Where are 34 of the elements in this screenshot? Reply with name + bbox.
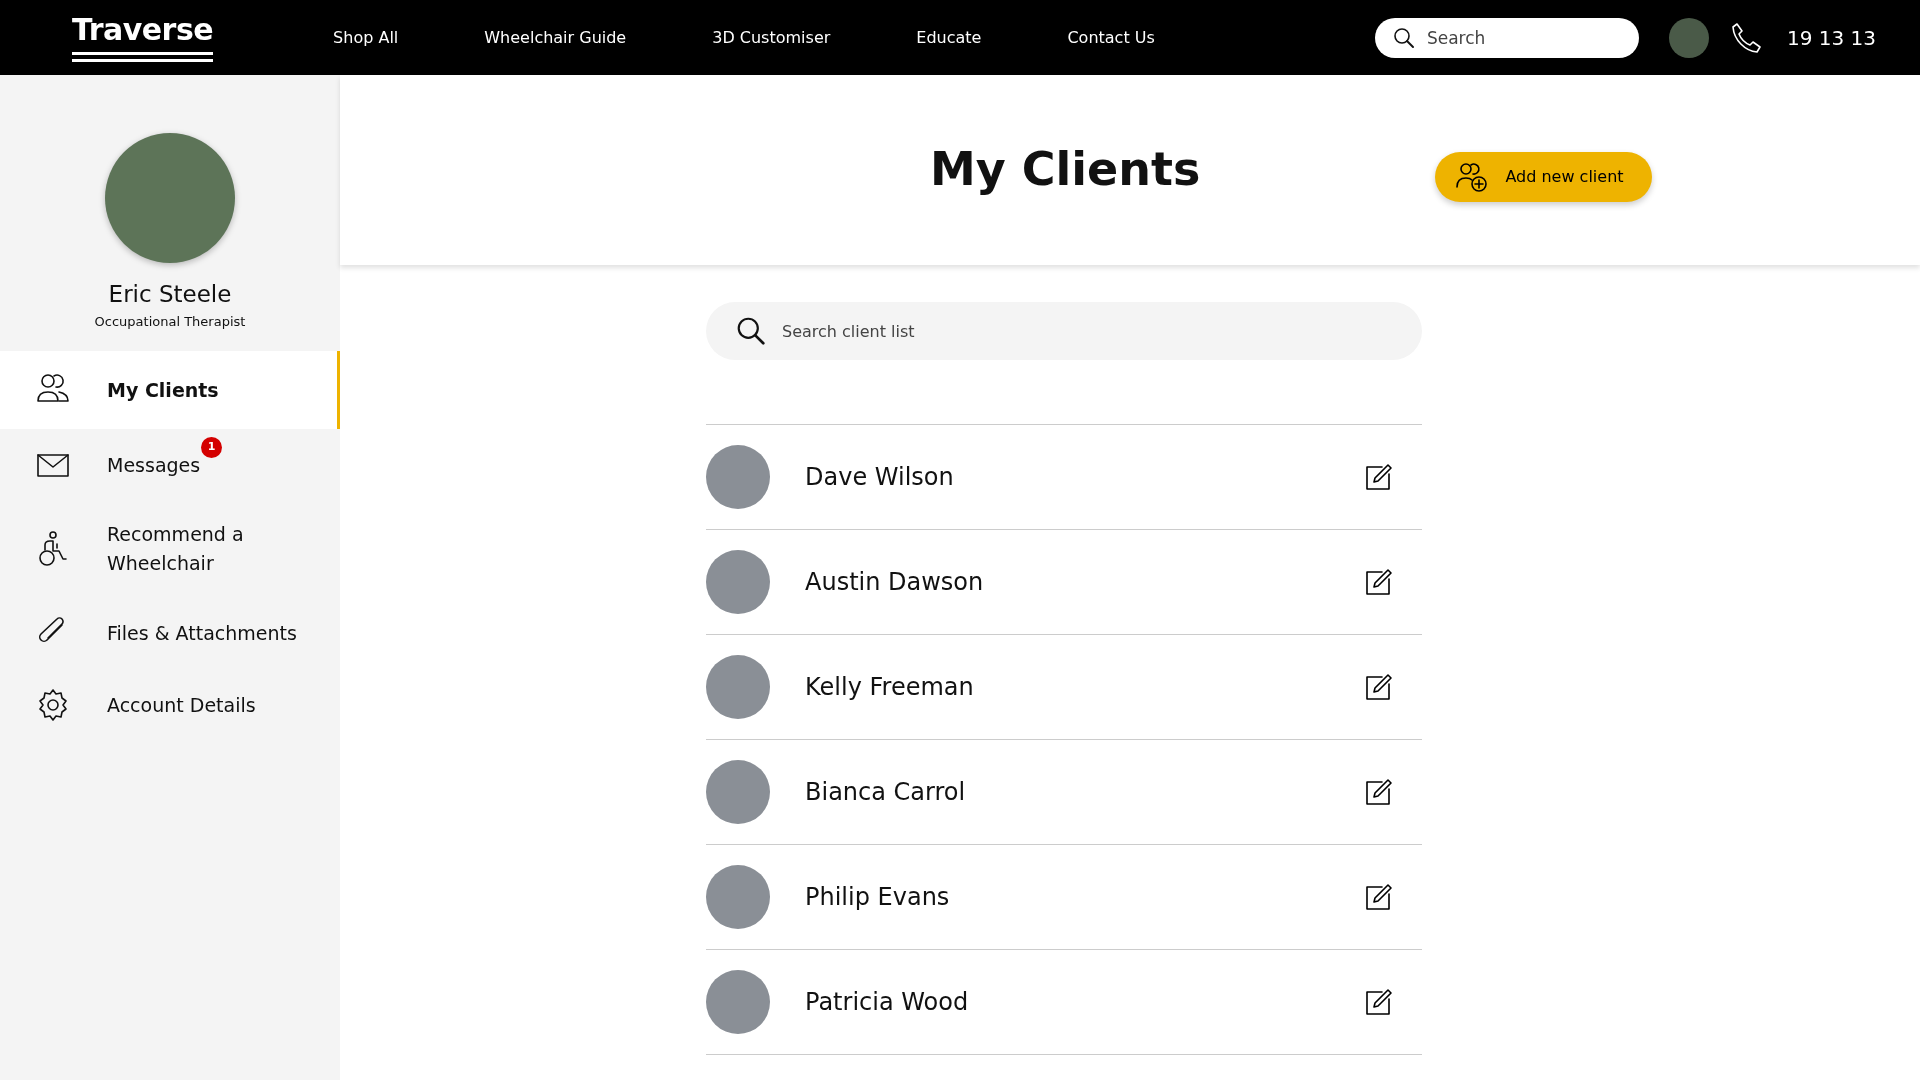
sidebar-item[interactable]: Account Details — [0, 669, 340, 741]
nav-link[interactable]: 3D Customiser — [712, 25, 831, 50]
nav-link[interactable]: Wheelchair Guide — [484, 25, 627, 50]
search-icon — [736, 316, 766, 346]
edit-button[interactable] — [1364, 778, 1392, 806]
phone-number[interactable]: 19 13 13 — [1786, 22, 1876, 53]
client-name[interactable]: Philip Evans — [805, 879, 950, 915]
edit-button[interactable] — [1364, 568, 1392, 596]
profile-name: Eric Steele — [108, 280, 232, 309]
edit-button[interactable] — [1364, 988, 1392, 1016]
search-icon — [1392, 26, 1415, 49]
profile-role: Occupational Therapist — [94, 312, 246, 331]
search-field[interactable]: Search — [1374, 17, 1639, 58]
notification-badge: 1 — [201, 436, 223, 458]
add-client-button[interactable]: Add new client — [1435, 152, 1652, 202]
nav-link[interactable]: Contact Us — [1067, 25, 1155, 50]
profile-photo-placeholder[interactable] — [1668, 17, 1709, 58]
nav-link[interactable]: Shop All — [333, 25, 399, 50]
edit-button[interactable] — [1364, 463, 1392, 491]
person-add-icon — [1455, 161, 1490, 193]
sidebar-item[interactable]: My Clients — [0, 351, 340, 429]
client-search-field[interactable]: Search client list — [706, 302, 1422, 360]
page-title: My Clients — [930, 142, 1201, 198]
client-name[interactable]: Bianca Carrol — [805, 774, 966, 810]
client-name[interactable]: Dave Wilson — [805, 459, 954, 495]
client-name[interactable]: Austin Dawson — [805, 564, 984, 600]
sidebar-item[interactable]: Recommend a Wheelchair — [0, 501, 340, 597]
client-name[interactable]: Patricia Wood — [805, 984, 969, 1020]
edit-button[interactable] — [1364, 673, 1392, 701]
client-name[interactable]: Kelly Freeman — [805, 669, 974, 705]
nav-link[interactable]: Educate — [916, 25, 982, 50]
sidebar-item[interactable]: Files & Attachments — [0, 597, 340, 669]
sidebar-item[interactable]: Messages 1 — [0, 429, 340, 501]
edit-button[interactable] — [1364, 883, 1392, 911]
